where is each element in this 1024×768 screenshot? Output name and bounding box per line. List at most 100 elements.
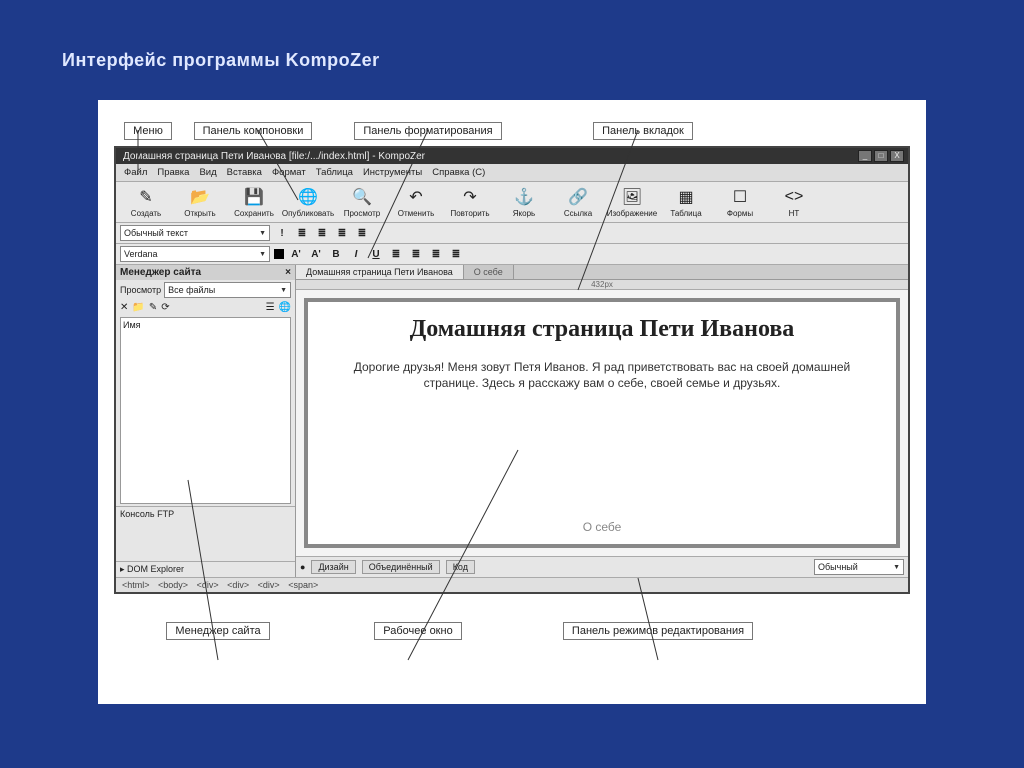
tb-open[interactable]: 📂Открыть [176,186,224,218]
canvas[interactable]: Домашняя страница Пети Иванова Дорогие д… [296,290,908,556]
titlebar: Домашняя страница Пети Иванова [file:/..… [116,148,908,164]
view-normal-combo[interactable]: Обычный▼ [814,559,904,575]
font-combo[interactable]: Verdana▼ [120,246,270,262]
tb-html[interactable]: <>HT [770,186,818,218]
body-split: Менеджер сайта× Просмотр Все файлы▼ ✕ 📁 … [116,265,908,577]
page-link[interactable]: О себе [583,520,622,534]
align-left[interactable]: ≣ [388,246,404,262]
undo-icon: ↶ [405,186,427,208]
menu-format[interactable]: Формат [268,166,310,179]
app-window: Домашняя страница Пети Иванова [file:/..… [114,146,910,594]
minimize-button[interactable]: _ [858,150,872,162]
view-label: Просмотр [120,285,161,295]
callouts-top: Меню Панель компоновки Панель форматиров… [110,110,914,142]
view-modes-bar: ● Дизайн Объединённый Код Обычный▼ [296,556,908,577]
tb-table[interactable]: ▦Таблица [662,186,710,218]
callout-layout-panel: Панель компоновки [194,122,313,140]
maximize-button[interactable]: □ [874,150,888,162]
tb-link[interactable]: 🔗Ссылка [554,186,602,218]
main-toolbar: ✎Создать 📂Открыть 💾Сохранить 🌐Опубликова… [116,182,908,223]
align-justify[interactable]: ≣ [448,246,464,262]
chevron-down-icon: ▼ [893,564,900,571]
page-content[interactable]: Домашняя страница Пети Иванова Дорогие д… [304,298,900,548]
menu-file[interactable]: Файл [120,166,151,179]
link-icon: 🔗 [567,186,589,208]
tb-save[interactable]: 💾Сохранить [230,186,278,218]
chevron-down-icon: ▼ [259,230,266,237]
format-row-2: Verdana▼ A' A' B I U ≣ ≣ ≣ ≣ [116,244,908,265]
fmt-btn[interactable]: ≣ [314,225,330,241]
view-combo[interactable]: Все файлы▼ [164,282,291,298]
menu-help[interactable]: Справка (C) [428,166,489,179]
align-center[interactable]: ≣ [408,246,424,262]
redo-icon: ↷ [459,186,481,208]
preview-icon: 🔍 [351,186,373,208]
chevron-down-icon: ▼ [280,287,287,294]
tb-image[interactable]: 🖼Изображение [608,186,656,218]
tb-new[interactable]: ✎Создать [122,186,170,218]
tb-forms[interactable]: ☐Формы [716,186,764,218]
vm-split[interactable]: Объединённый [362,560,440,574]
fmt-btn[interactable]: ≣ [294,225,310,241]
anchor-icon: ⚓ [513,186,535,208]
color-swatch[interactable] [274,249,284,259]
table-icon: ▦ [675,186,697,208]
callout-menu: Меню [124,122,172,140]
slide-title: Интерфейс программы KompoZer [62,50,380,71]
underline-btn[interactable]: U [368,246,384,262]
main-area: Домашняя страница Пети Иванова О себе 43… [296,265,908,577]
tb-redo[interactable]: ↷Повторить [446,186,494,218]
window-title: Домашняя страница Пети Иванова [file:/..… [120,151,856,162]
callout-edit-modes: Панель режимов редактирования [563,622,753,640]
site-manager-title: Менеджер сайта× [116,265,295,280]
menu-view[interactable]: Вид [195,166,220,179]
sm-icon[interactable]: ✕ [120,302,128,313]
diagram-container: Меню Панель компоновки Панель форматиров… [98,100,926,704]
page-body[interactable]: Дорогие друзья! Меня зовут Петя Иванов. … [320,353,884,397]
sm-icon[interactable]: 📁 [132,302,144,313]
publish-icon: 🌐 [297,186,319,208]
chevron-down-icon: ▼ [259,251,266,258]
sm-icon[interactable]: ⟳ [161,302,169,313]
fmt-btn[interactable]: ! [274,225,290,241]
format-row-1: Обычный текст▼ ! ≣ ≣ ≣ ≣ [116,223,908,244]
sm-icon[interactable]: ☰ [266,302,275,313]
close-icon[interactable]: × [285,267,291,278]
callout-work-window: Рабочее окно [374,622,461,640]
callout-format-panel: Панель форматирования [354,122,501,140]
vm-code[interactable]: Код [446,560,475,574]
site-manager-toolbar: ✕ 📁 ✎ ⟳ ☰ 🌐 [116,300,295,315]
callouts-bottom: Менеджер сайта Рабочее окно Панель режим… [110,620,914,646]
sm-icon[interactable]: 🌐 [279,302,291,313]
paragraph-style-combo[interactable]: Обычный текст▼ [120,225,270,241]
menu-tools[interactable]: Инструменты [359,166,426,179]
tb-publish[interactable]: 🌐Опубликовать [284,186,332,218]
menu-table[interactable]: Таблица [312,166,357,179]
open-icon: 📂 [189,186,211,208]
forms-icon: ☐ [729,186,751,208]
menu-edit[interactable]: Правка [153,166,193,179]
tab-inactive[interactable]: О себе [464,265,514,279]
file-tree[interactable]: Имя [120,317,291,504]
tb-anchor[interactable]: ⚓Якорь [500,186,548,218]
close-button[interactable]: X [890,150,904,162]
tb-preview[interactable]: 🔍Просмотр [338,186,386,218]
page-heading[interactable]: Домашняя страница Пети Иванова [410,316,795,343]
console-ftp[interactable]: Консоль FTP [116,506,295,521]
tb-undo[interactable]: ↶Отменить [392,186,440,218]
tag-path[interactable]: <html> <body> <div> <div> <div> <span> [116,577,908,592]
italic-btn[interactable]: I [348,246,364,262]
menu-insert[interactable]: Вставка [223,166,266,179]
dom-explorer[interactable]: ▸ DOM Explorer [116,561,295,577]
tab-active[interactable]: Домашняя страница Пети Иванова [296,265,464,279]
menubar[interactable]: Файл Правка Вид Вставка Формат Таблица И… [116,164,908,182]
fmt-btn[interactable]: ≣ [354,225,370,241]
new-icon: ✎ [135,186,157,208]
fontsize-inc[interactable]: A' [308,246,324,262]
fmt-btn[interactable]: ≣ [334,225,350,241]
align-right[interactable]: ≣ [428,246,444,262]
fontsize-dec[interactable]: A' [288,246,304,262]
bold-btn[interactable]: B [328,246,344,262]
vm-design[interactable]: Дизайн [311,560,355,574]
sm-icon[interactable]: ✎ [149,302,157,313]
